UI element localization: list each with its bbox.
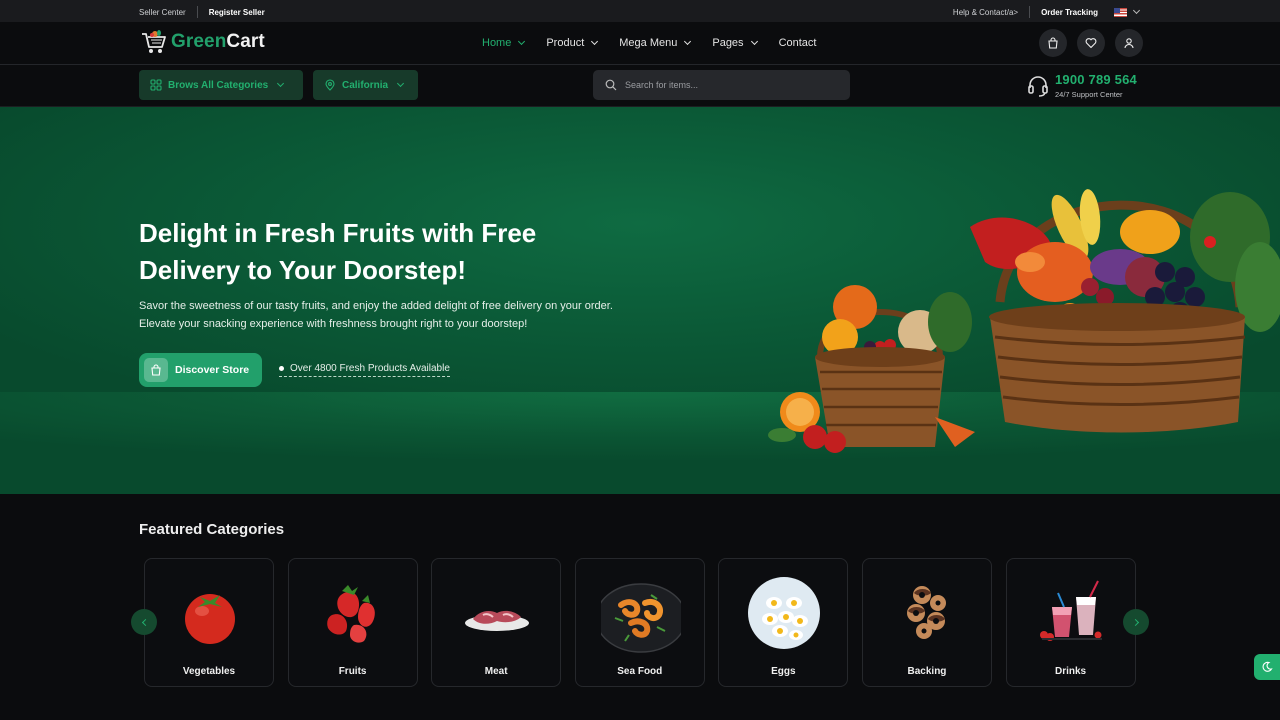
main-header: GreenCart Home Product Mega Menu Pages C…	[0, 22, 1280, 65]
chevron-down-icon	[750, 37, 758, 45]
meat-icon	[465, 610, 530, 631]
hero-description: Savor the sweetness of our tasty fruits,…	[139, 300, 613, 330]
user-icon	[1124, 38, 1134, 49]
category-card-drinks[interactable]: Drinks	[1005, 558, 1136, 687]
nav-product-label: Product	[546, 37, 585, 49]
heart-icon	[1085, 38, 1097, 49]
categories-carousel: Vegetables Fruits Meat Sea Food Eggs Bac…	[144, 558, 1149, 687]
chevron-down-icon	[591, 37, 599, 45]
moon-icon	[1262, 661, 1273, 672]
browse-categories-button[interactable]: Brows All Categories	[139, 70, 303, 100]
chevron-down-icon	[684, 37, 692, 45]
sub-header: Brows All Categories California 1900 789…	[0, 65, 1280, 107]
search-input[interactable]	[625, 80, 825, 90]
nav-home[interactable]: Home	[482, 37, 526, 49]
featured-categories-title: Featured Categories	[139, 521, 285, 538]
category-card-fruits[interactable]: Fruits	[287, 558, 418, 687]
help-contact-link[interactable]: Help & Contact/a>	[953, 8, 1018, 17]
bullet-dot	[279, 366, 284, 371]
carousel-next-button[interactable]	[1123, 609, 1149, 635]
nav-home-label: Home	[482, 37, 512, 49]
nav-contact[interactable]: Contact	[779, 37, 817, 49]
strawberry-icon	[326, 585, 375, 643]
grid-icon	[150, 79, 162, 91]
cart-logo-icon	[142, 30, 166, 53]
chevron-down-icon	[397, 79, 405, 87]
chevron-down-icon	[277, 79, 285, 87]
donuts-icon	[906, 586, 946, 639]
register-seller-link[interactable]: Register Seller	[209, 8, 265, 17]
browse-categories-label: Brows All Categories	[168, 79, 269, 91]
cart-button[interactable]	[1039, 29, 1067, 57]
category-card-meat[interactable]: Meat	[431, 558, 562, 687]
category-label: Vegetables	[182, 666, 236, 677]
support-caption: 24/7 Support Center	[1055, 90, 1123, 99]
hero-banner: Delight in Fresh Fruits with Free Delive…	[0, 107, 1280, 494]
order-tracking-link[interactable]: Order Tracking	[1041, 8, 1098, 17]
category-label: Eggs	[771, 666, 796, 677]
category-label: Meat	[484, 666, 508, 677]
chevron-left-icon	[141, 618, 149, 626]
nav-pages-label: Pages	[712, 37, 744, 49]
seller-center-link[interactable]: Seller Center	[139, 8, 186, 17]
logo-text-white: Cart	[226, 31, 265, 52]
category-card-sea-food[interactable]: Sea Food	[574, 558, 705, 687]
discover-store-label: Discover Store	[175, 364, 250, 376]
location-label: California	[342, 79, 389, 91]
products-available-link[interactable]: Over 4800 Fresh Products Available	[279, 363, 450, 377]
shopping-bag-icon	[1048, 37, 1058, 49]
category-card-vegetables[interactable]: Vegetables	[144, 558, 274, 687]
chevron-down-icon[interactable]	[1132, 6, 1141, 15]
logo-text-green: Green	[171, 31, 227, 52]
headset-icon	[1028, 75, 1048, 97]
top-bar: Seller Center Register Seller Help & Con…	[0, 0, 1280, 22]
eggs-icon	[748, 577, 821, 649]
nav-mega-menu[interactable]: Mega Menu	[619, 37, 692, 49]
chevron-right-icon	[1131, 618, 1139, 626]
nav-product[interactable]: Product	[546, 37, 599, 49]
category-label: Sea Food	[617, 666, 663, 677]
shrimp-icon	[600, 583, 681, 653]
support-phone[interactable]: 1900 789 564	[1055, 72, 1137, 87]
category-label: Backing	[907, 666, 947, 677]
search-icon	[605, 79, 617, 91]
hero-title: Delight in Fresh Fruits with Free Delive…	[139, 218, 537, 285]
category-card-backing[interactable]: Backing	[861, 558, 992, 687]
chevron-down-icon	[518, 37, 526, 45]
search-bar	[593, 70, 850, 100]
wishlist-button[interactable]	[1077, 29, 1105, 57]
main-nav: Home Product Mega Menu Pages Contact	[482, 37, 838, 49]
category-label: Fruits	[338, 666, 367, 677]
tomato-icon	[185, 594, 235, 644]
divider	[1029, 6, 1031, 18]
category-label: Drinks	[1055, 666, 1087, 677]
nav-contact-label: Contact	[778, 37, 817, 49]
theme-toggle-button[interactable]	[1254, 654, 1280, 680]
nav-pages[interactable]: Pages	[712, 37, 758, 49]
divider	[196, 6, 198, 18]
category-card-eggs[interactable]: Eggs	[718, 558, 849, 687]
drinks-icon	[1039, 580, 1102, 641]
us-flag-icon[interactable]	[1114, 7, 1127, 17]
logo[interactable]: GreenCart	[140, 28, 265, 56]
products-available-label: Over 4800 Fresh Products Available	[290, 363, 450, 374]
support-contact: 1900 789 564 24/7 Support Center	[1027, 72, 1137, 99]
location-pin-icon	[325, 79, 335, 91]
carousel-prev-button[interactable]	[131, 609, 157, 635]
fruit-basket-image	[768, 189, 1280, 453]
shopping-bag-icon	[151, 364, 161, 376]
discover-store-button[interactable]: Discover Store	[139, 353, 262, 387]
location-selector[interactable]: California	[313, 70, 418, 100]
nav-mega-menu-label: Mega Menu	[619, 37, 678, 49]
account-button[interactable]	[1115, 29, 1143, 57]
